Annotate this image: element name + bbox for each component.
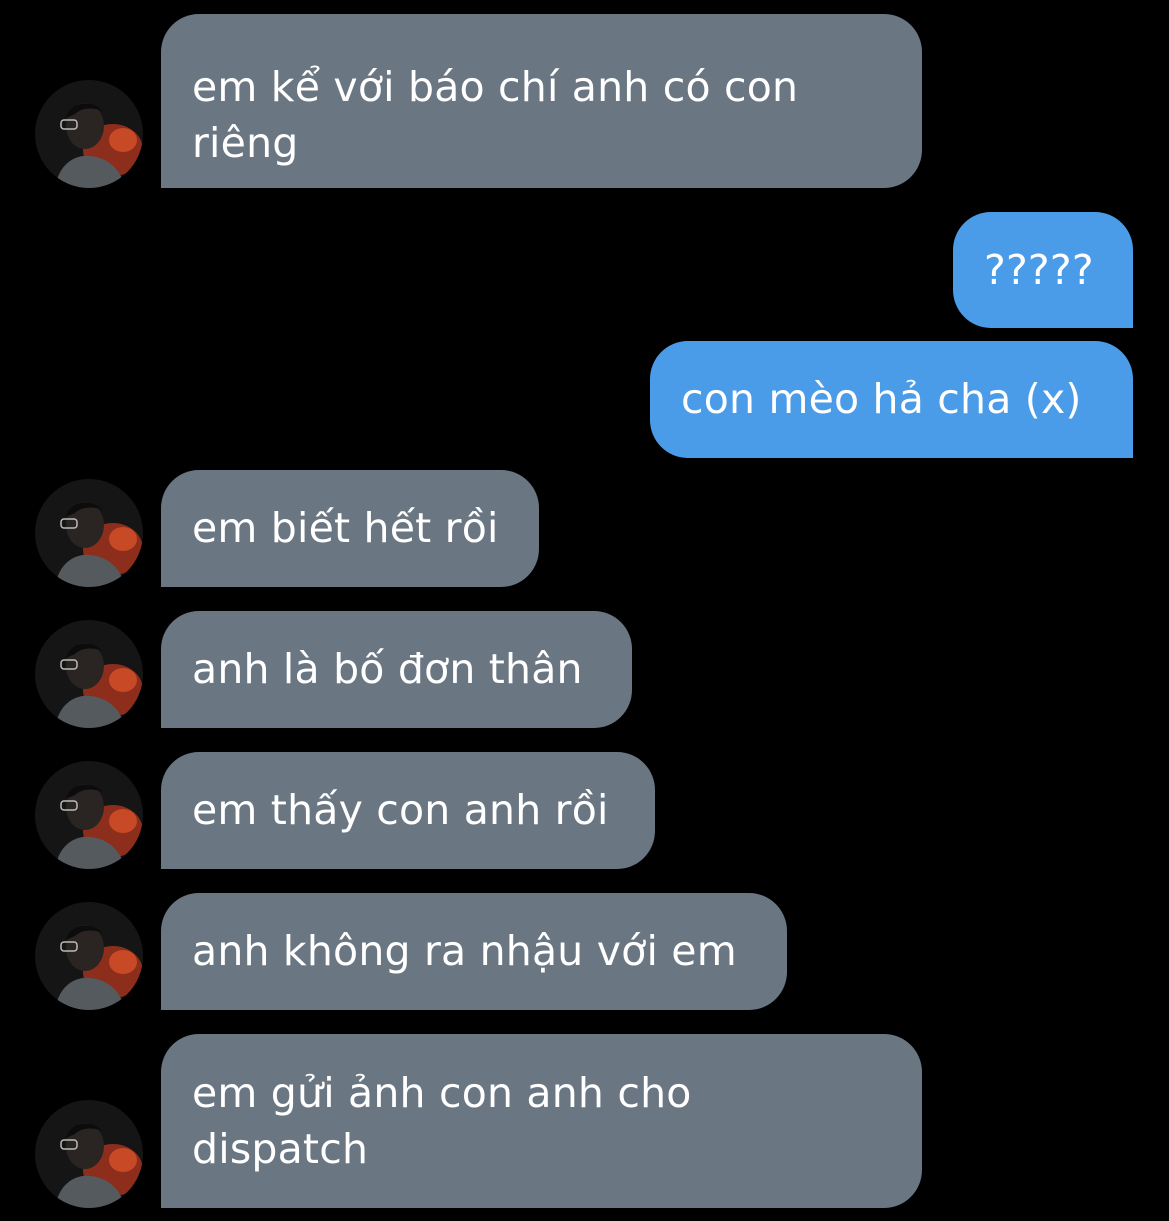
avatar-photo-icon: [35, 761, 143, 869]
message-text: anh không ra nhậu với em: [192, 927, 737, 975]
avatar-photo-icon: [35, 620, 143, 728]
contact-avatar[interactable]: [35, 80, 143, 188]
message-bubble-outgoing[interactable]: con mèo hả cha (x): [650, 341, 1133, 458]
message-text: em thấy con anh rồi: [192, 786, 609, 834]
message-bubble-incoming[interactable]: anh là bố đơn thân: [161, 611, 632, 728]
message-text: ?????: [984, 246, 1094, 294]
message-text: anh là bố đơn thân: [192, 645, 583, 693]
message-text: em gửi ảnh con anh cho dispatch: [192, 1069, 692, 1173]
message-bubble-incoming[interactable]: em biết hết rồi: [161, 470, 539, 587]
contact-avatar[interactable]: [35, 479, 143, 587]
contact-avatar[interactable]: [35, 620, 143, 728]
message-text: con mèo hả cha (x): [681, 375, 1082, 423]
contact-avatar[interactable]: [35, 761, 143, 869]
message-bubble-outgoing[interactable]: ?????: [953, 212, 1133, 328]
message-text: em biết hết rồi: [192, 504, 499, 552]
contact-avatar[interactable]: [35, 902, 143, 1010]
message-bubble-incoming[interactable]: em gửi ảnh con anh cho dispatch: [161, 1034, 922, 1208]
avatar-photo-icon: [35, 80, 143, 188]
avatar-photo-icon: [35, 1100, 143, 1208]
avatar-photo-icon: [35, 902, 143, 1010]
message-bubble-incoming[interactable]: em kể với báo chí anh có con riêng: [161, 14, 922, 188]
avatar-photo-icon: [35, 479, 143, 587]
message-bubble-incoming[interactable]: anh không ra nhậu với em: [161, 893, 787, 1010]
contact-avatar[interactable]: [35, 1100, 143, 1208]
message-text: em kể với báo chí anh có con riêng: [192, 63, 799, 167]
message-bubble-incoming[interactable]: em thấy con anh rồi: [161, 752, 655, 869]
